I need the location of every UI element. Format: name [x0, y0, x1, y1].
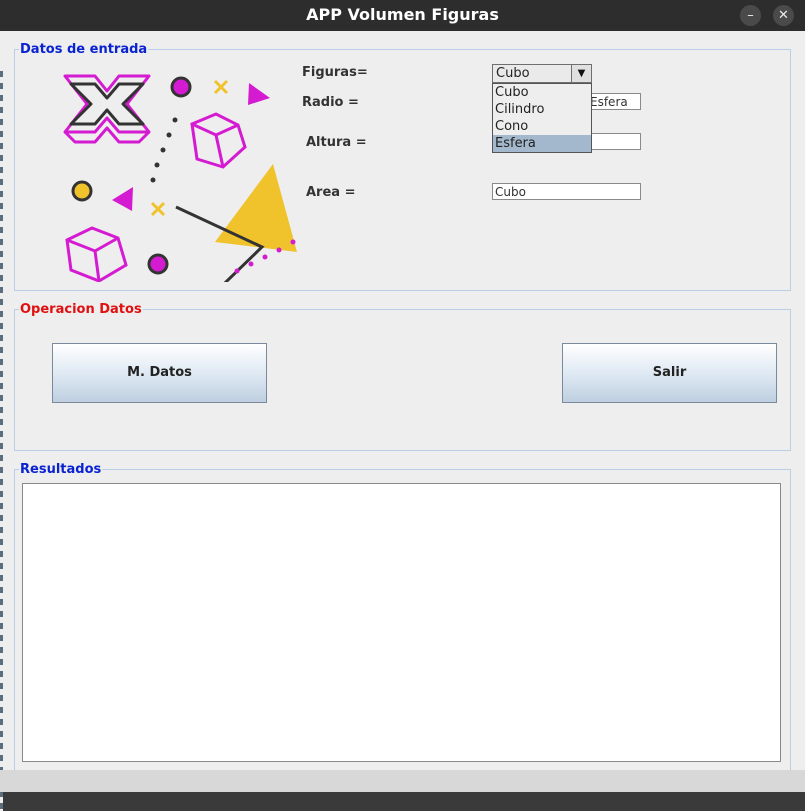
figuras-label: Figuras= [302, 65, 368, 80]
minimize-icon[interactable]: – [740, 5, 761, 26]
resultados-legend: Resultados [20, 462, 102, 477]
altura-field[interactable] [587, 133, 641, 150]
window-title: APP Volumen Figuras [306, 5, 499, 24]
radio-field[interactable]: Esfera [587, 93, 641, 110]
mdatos-button[interactable]: M. Datos [52, 343, 267, 403]
dropdown-option-cono[interactable]: Cono [493, 118, 591, 135]
geometric-shapes-illustration [63, 74, 297, 282]
altura-label: Altura = [306, 135, 367, 150]
salir-button[interactable]: Salir [562, 343, 777, 403]
dropdown-option-cilindro[interactable]: Cilindro [493, 101, 591, 118]
area-field[interactable]: Cubo [492, 183, 641, 200]
figuras-dropdown-list: Cubo Cilindro Cono Esfera [492, 83, 592, 153]
figuras-combo[interactable]: Cubo ▼ [492, 64, 592, 83]
figuras-combo-value: Cubo [496, 66, 530, 81]
side-edge [0, 71, 3, 811]
datos-entrada-legend: Datos de entrada [20, 42, 148, 57]
chevron-down-icon[interactable]: ▼ [571, 65, 591, 82]
resultados-textarea[interactable] [22, 483, 781, 762]
title-bar: APP Volumen Figuras – ✕ [0, 0, 805, 31]
window-content: Datos de entrada Figuras= Radio = Altura… [0, 31, 805, 811]
area-label: Area = [306, 185, 356, 200]
operacion-datos-legend: Operacion Datos [20, 302, 142, 317]
close-icon[interactable]: ✕ [773, 5, 794, 26]
dropdown-option-esfera[interactable]: Esfera [493, 135, 591, 152]
radio-label: Radio = [302, 95, 359, 110]
bottom-strip [0, 770, 805, 792]
dropdown-option-cubo[interactable]: Cubo [493, 84, 591, 101]
